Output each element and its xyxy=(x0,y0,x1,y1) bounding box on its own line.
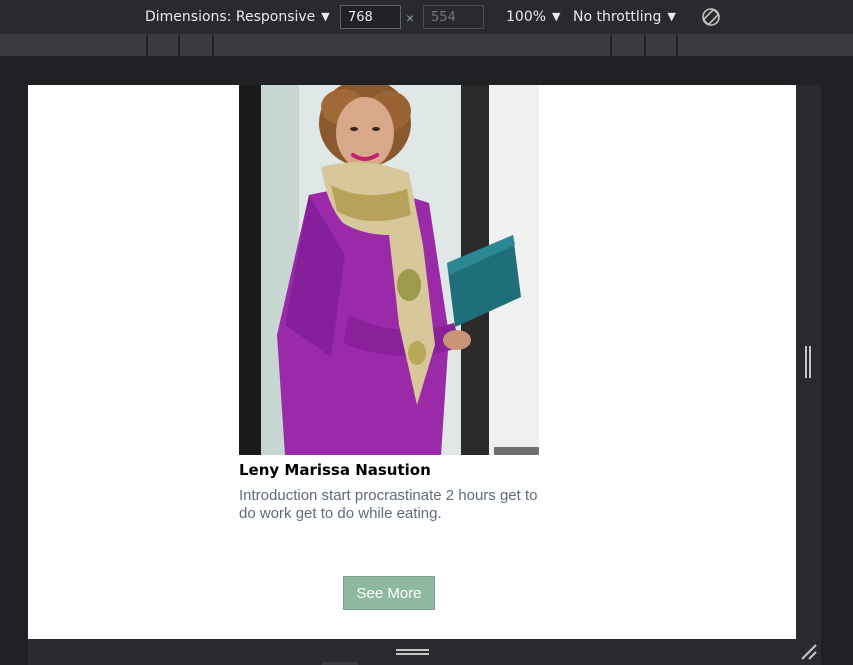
width-resize-handle[interactable] xyxy=(804,346,812,378)
breakpoint-divider xyxy=(610,35,612,56)
height-resize-handle[interactable] xyxy=(396,648,429,656)
profile-photo xyxy=(239,85,539,455)
chevron-down-icon: ▼ xyxy=(552,10,561,23)
width-input[interactable] xyxy=(340,5,401,29)
zoom-label: 100% xyxy=(506,9,547,25)
corner-resize-icon[interactable] xyxy=(800,643,818,661)
breakpoint-divider xyxy=(146,35,148,56)
device-toolbar: Dimensions: Responsive ▼ × 100% ▼ No throt… xyxy=(0,0,853,35)
chevron-down-icon: ▼ xyxy=(667,10,676,23)
profile-name: Leny Marissa Nasution xyxy=(239,461,431,479)
dimensions-label: Dimensions: Responsive xyxy=(145,9,316,25)
chevron-down-icon: ▼ xyxy=(321,10,330,23)
media-query-bar[interactable] xyxy=(0,35,853,57)
rotate-icon[interactable] xyxy=(701,7,721,27)
profile-intro: Introduction start procrastinate 2 hours… xyxy=(239,487,538,522)
throttling-dropdown[interactable]: No throttling ▼ xyxy=(573,0,676,34)
breakpoint-divider xyxy=(644,35,646,56)
throttling-label: No throttling xyxy=(573,9,662,25)
breakpoint-divider xyxy=(178,35,180,56)
dimensions-dropdown[interactable]: Dimensions: Responsive ▼ xyxy=(145,0,330,34)
zoom-dropdown[interactable]: 100% ▼ xyxy=(506,0,561,34)
height-input[interactable] xyxy=(423,5,484,29)
breakpoint-divider xyxy=(676,35,678,56)
emulated-viewport: Leny Marissa Nasution Introduction start… xyxy=(28,85,796,639)
times-icon: × xyxy=(406,10,415,26)
see-more-button[interactable]: See More xyxy=(343,576,435,610)
breakpoint-divider xyxy=(212,35,214,56)
